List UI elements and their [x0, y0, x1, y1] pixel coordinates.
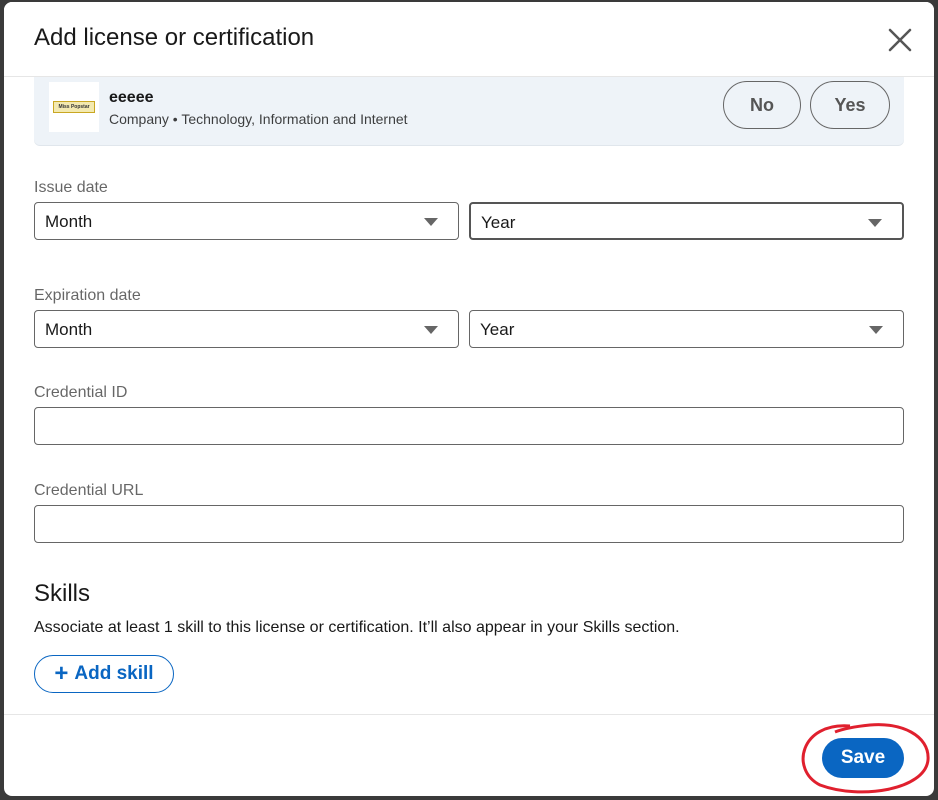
- credential-url-input[interactable]: [34, 505, 904, 543]
- close-icon: [888, 28, 912, 52]
- company-suggestion-card: Miss Popstar eeeee Company • Technology,…: [34, 77, 904, 145]
- expiration-month-select[interactable]: Month: [34, 310, 459, 348]
- company-description: Company • Technology, Information and In…: [109, 111, 408, 127]
- issue-month-value: Month: [45, 212, 93, 231]
- issue-year-select[interactable]: Year: [469, 202, 904, 240]
- credential-id-input[interactable]: [34, 407, 904, 445]
- no-button[interactable]: No: [723, 81, 801, 129]
- credential-id-label: Credential ID: [34, 384, 128, 401]
- company-logo: Miss Popstar: [49, 82, 99, 132]
- footer-divider: [4, 714, 934, 715]
- chevron-down-icon: [424, 326, 438, 334]
- add-skill-label: Add skill: [74, 663, 154, 684]
- add-license-dialog: Add license or certification Miss Popsta…: [4, 2, 934, 796]
- expiration-year-select[interactable]: Year: [469, 310, 904, 348]
- company-name: eeeee: [109, 89, 154, 106]
- issue-year-value: Year: [481, 213, 516, 232]
- company-logo-text: Miss Popstar: [53, 101, 95, 113]
- add-skill-button[interactable]: + Add skill: [34, 655, 174, 693]
- plus-icon: +: [54, 660, 69, 687]
- save-button[interactable]: Save: [822, 738, 904, 778]
- issue-date-label: Issue date: [34, 179, 108, 196]
- expiration-year-value: Year: [480, 320, 515, 339]
- chevron-down-icon: [424, 218, 438, 226]
- yes-button[interactable]: Yes: [810, 81, 890, 129]
- issue-month-select[interactable]: Month: [34, 202, 459, 240]
- dialog-title: Add license or certification: [34, 24, 315, 51]
- skills-heading: Skills: [34, 580, 91, 607]
- chevron-down-icon: [869, 326, 883, 334]
- close-button[interactable]: [886, 26, 914, 54]
- chevron-down-icon: [868, 219, 882, 227]
- dialog-header: Add license or certification: [4, 2, 934, 77]
- credential-url-label: Credential URL: [34, 482, 144, 499]
- expiration-month-value: Month: [45, 320, 93, 339]
- expiration-date-label: Expiration date: [34, 287, 141, 304]
- skills-description: Associate at least 1 skill to this licen…: [34, 619, 680, 636]
